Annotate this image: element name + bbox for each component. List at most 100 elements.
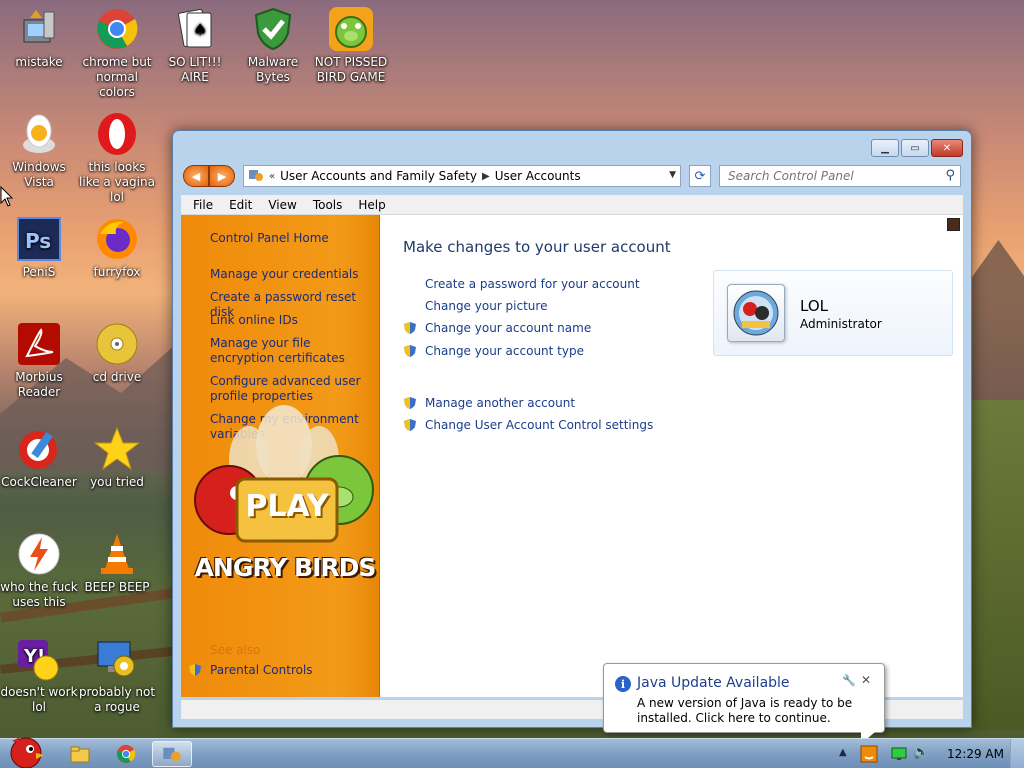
breadcrumb-overflow-icon[interactable]: « <box>269 171 275 182</box>
advanced-profile-link[interactable]: Configure advanced user profile properti… <box>210 374 370 404</box>
desktop-icon-yahoo[interactable]: Y! doesn't work lol <box>0 636 78 715</box>
java-tray-icon[interactable] <box>860 745 878 763</box>
change-picture-link[interactable]: Change your picture <box>425 299 547 313</box>
chevron-down-icon[interactable]: ▼ <box>669 170 676 180</box>
file-encryption-link[interactable]: Manage your file encryption certificates <box>210 336 370 366</box>
account-tile: LOL Administrator <box>713 270 953 356</box>
desktop-icon-mistake[interactable]: mistake <box>0 6 78 70</box>
wrench-icon[interactable]: 🔧 <box>842 674 856 687</box>
desktop-icon-vlc[interactable]: BEEP BEEP <box>78 531 156 595</box>
desktop-icon-firefox[interactable]: furryfox <box>78 216 156 280</box>
volume-icon[interactable]: 🔈 <box>913 745 929 760</box>
wallpaper-field <box>968 400 1024 730</box>
link-online-ids-link[interactable]: Link online IDs <box>210 313 370 328</box>
maximize-icon: ▭ <box>910 142 920 154</box>
desktop-icon-chrome[interactable]: chrome but normal colors <box>78 6 156 100</box>
breadcrumb-separator-icon[interactable]: ▶ <box>482 171 490 182</box>
breadcrumb-user-accounts[interactable]: User Accounts <box>495 169 581 183</box>
uac-settings-link[interactable]: Change User Account Control settings <box>425 418 653 432</box>
menu-help[interactable]: Help <box>350 198 393 212</box>
close-button[interactable]: ✕ <box>931 139 963 157</box>
menu-view[interactable]: View <box>260 198 304 212</box>
close-icon[interactable]: ✕ <box>861 673 871 687</box>
menu-edit[interactable]: Edit <box>221 198 260 212</box>
angry-birds-overlay[interactable]: PLAY ANGRY BIRDS <box>189 405 379 605</box>
desktop-icon-solitaire[interactable]: ♠ SO LIT!!! AIRE <box>156 6 234 85</box>
menu-tools[interactable]: Tools <box>305 198 351 212</box>
desktop-icon-label: who the fuck uses this <box>0 580 78 609</box>
address-bar[interactable]: « User Accounts and Family Safety ▶ User… <box>243 165 681 187</box>
egg-icon <box>16 111 62 157</box>
refresh-icon: ⟳ <box>694 168 706 184</box>
desktop-icon-label: PeniS <box>22 265 56 279</box>
back-button[interactable]: ◀ <box>183 165 209 187</box>
desktop-icon-probably-not-rogue[interactable]: probably not a rogue <box>78 636 156 715</box>
minimize-button[interactable]: ▁ <box>871 139 899 157</box>
control-panel-home-link[interactable]: Control Panel Home <box>210 231 370 246</box>
taskbar: ▲ 🔈 12:29 AM <box>0 737 1024 768</box>
account-name: LOL <box>800 297 828 315</box>
desktop-icon-morbius-reader[interactable]: Morbius Reader <box>0 321 78 400</box>
change-account-name-link[interactable]: Change your account name <box>425 321 591 335</box>
desktop-icon-label: mistake <box>15 55 63 69</box>
minimize-icon: ▁ <box>881 142 889 154</box>
desktop-icon-label: this looks like a vagina lol <box>79 160 155 204</box>
desktop-icon-label: BEEP BEEP <box>84 580 150 594</box>
refresh-button[interactable]: ⟳ <box>689 165 711 187</box>
play-button[interactable]: PLAY <box>237 489 337 524</box>
breadcrumb-user-accounts-family[interactable]: User Accounts and Family Safety <box>280 169 477 183</box>
show-hidden-icons-icon[interactable]: ▲ <box>839 747 847 758</box>
desktop-icon-label: probably not a rogue <box>78 685 156 714</box>
avatar[interactable] <box>727 284 785 342</box>
forward-button[interactable]: ▶ <box>209 165 235 187</box>
desktop-icon-opera[interactable]: this looks like a vagina lol <box>78 111 156 205</box>
desktop-icon-photoshop[interactable]: Ps PeniS <box>0 216 78 280</box>
help-icon[interactable] <box>947 218 960 231</box>
taskbar-control-panel-button[interactable] <box>152 741 192 767</box>
desktop-icon-cd-drive[interactable]: cd drive <box>78 321 156 385</box>
parental-controls-link[interactable]: Parental Controls <box>210 663 370 678</box>
maximize-button[interactable]: ▭ <box>901 139 929 157</box>
desktop-icon-ccleaner[interactable]: CockCleaner <box>0 426 78 490</box>
content-area: Control Panel Home Manage your credentia… <box>181 215 963 697</box>
search-icon[interactable]: ⚲ <box>945 168 955 183</box>
change-account-type-link[interactable]: Change your account type <box>425 344 584 358</box>
photoshop-icon: Ps <box>16 216 62 262</box>
desktop-icon-windows-vista[interactable]: Windows Vista <box>0 111 78 190</box>
desktop-icon-star[interactable]: you tried <box>78 426 156 490</box>
manage-another-account-link[interactable]: Manage another account <box>425 396 575 410</box>
notification-message[interactable]: A new version of Java is ready to be ins… <box>637 696 877 726</box>
clock[interactable]: 12:29 AM <box>947 747 1004 761</box>
desktop-icon-label: doesn't work lol <box>0 685 78 714</box>
parental-controls-shield-icon <box>189 664 201 676</box>
java-update-notification[interactable]: i Java Update Available 🔧 ✕ A new versio… <box>603 663 885 744</box>
desktop-icon-label: SO LIT!!! AIRE <box>168 55 222 84</box>
title-bar[interactable] <box>173 131 971 161</box>
manage-credentials-link[interactable]: Manage your credentials <box>210 267 370 282</box>
firefox-icon <box>94 216 140 262</box>
network-icon[interactable] <box>891 747 907 761</box>
opera-icon <box>94 111 140 157</box>
search-input[interactable] <box>728 169 928 183</box>
start-button[interactable] <box>4 733 46 768</box>
desktop-icon-label: furryfox <box>93 265 141 279</box>
folder-icon <box>70 746 90 763</box>
desktop-icon-label: Morbius Reader <box>15 370 63 399</box>
show-desktop-button[interactable] <box>1010 739 1024 768</box>
mouse-cursor-icon <box>0 186 14 207</box>
chrome-icon <box>94 6 140 52</box>
control-panel-window[interactable]: ▁ ▭ ✕ ◀ ▶ « User Accounts and Family Saf… <box>172 130 972 728</box>
taskbar-chrome-button[interactable] <box>106 741 146 767</box>
menu-file[interactable]: File <box>185 198 221 212</box>
desktop-icon-bird-game[interactable]: NOT PISSED BIRD GAME <box>312 6 390 85</box>
desktop-icon-malwarebytes[interactable]: Malware Bytes <box>234 6 312 85</box>
desktop-icon-who-uses-this[interactable]: who the fuck uses this <box>0 531 78 610</box>
svg-text:Ps: Ps <box>25 229 51 253</box>
taskbar-explorer-button[interactable] <box>60 741 100 767</box>
uac-shield-icon <box>404 345 416 357</box>
green-pig-icon <box>328 6 374 52</box>
search-box[interactable]: ⚲ <box>719 165 961 187</box>
notification-title: Java Update Available <box>637 675 790 691</box>
create-password-link[interactable]: Create a password for your account <box>425 277 640 291</box>
traffic-cone-icon <box>94 531 140 577</box>
